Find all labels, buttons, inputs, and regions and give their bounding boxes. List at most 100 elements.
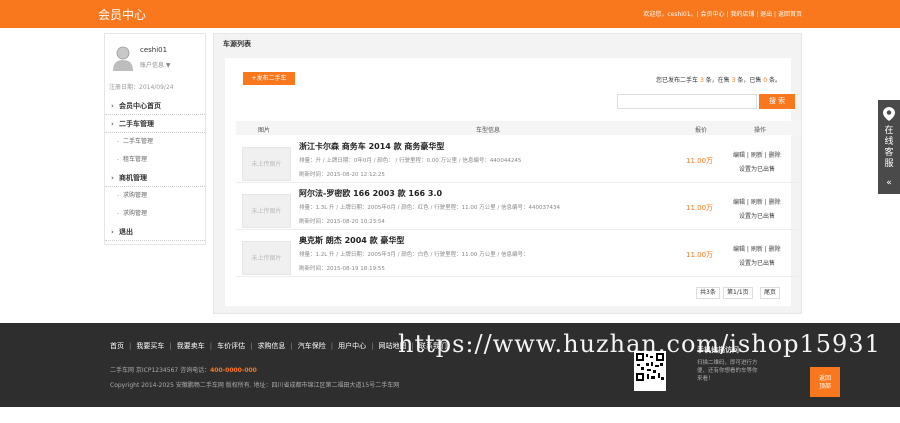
footer-copyright: Copyright 2014-2025 安徽鹏畅二手车网 版权所有. 地址：四川… [110,382,400,389]
online-service-tab[interactable]: 在线客服 « [878,100,900,194]
nav-separator: | [250,342,253,350]
chevron-right-icon: › [111,174,114,182]
sidebar-menu: › 会员中心首页 › 二手车管理 - 二手车管理 - 租车管理 › 商机管理 - 求购管理 … [105,97,205,241]
car-list-body: +发布二手车 您已发布二手车 3 条，在售 3 条，已售 0 条。 搜 索 图片… [225,58,801,306]
nav-separator: | [371,342,374,350]
pager-last-button[interactable]: 尾页 [760,287,781,299]
publish-summary: 您已发布二手车 3 条，在售 3 条，已售 0 条。 [656,75,781,84]
sidebar-item-label: 会员中心首页 [119,102,161,110]
sidebar-subitem-wanted-1[interactable]: - 求购管理 [105,187,205,205]
location-pin-icon [883,107,895,121]
sidebar-item-label: 求购管理 [123,210,148,217]
car-price: 11.00万 [686,251,714,259]
brand-title[interactable]: 会员中心 [98,6,146,23]
summary-text: 条，在售 [703,77,732,84]
back-to-top-button[interactable]: 返回 顶部 [810,367,840,397]
summary-text: 条。 [767,77,781,84]
account-info-toggle[interactable]: 账户信息 ▼ [140,60,171,69]
publish-car-button[interactable]: +发布二手车 [243,72,295,85]
sidebar-item-label: 二手车管理 [123,138,154,145]
footer-nav: 首页 | 我要买车 | 我要卖车 | 车价评估 | 求购信息 | 汽车保险 | 用户中心 | 网站地图 | 联系… [110,341,447,351]
table-row: 未上传图片 浙江卡尔森 商务车 2014 款 商务豪华型 排量：升 / 上牌日期… [236,136,801,183]
nav-separator: | [290,342,293,350]
car-price: 11.00万 [686,204,714,212]
car-refresh-date: 刷新时间：2015-08-19 18:19:55 [299,266,385,272]
register-date: 注册日期：2014/09/24 [109,84,174,91]
icp-text: 二手车网 京ICP1234567 咨询电话： [110,367,211,374]
footer-icp: 二手车网 京ICP1234567 咨询电话：400-0000-000 [110,365,257,374]
panel-title: 车源列表 [223,40,251,48]
sidebar-item-used-car-mgmt[interactable]: › 二手车管理 [105,115,205,133]
sidebar-subitem-rental[interactable]: - 租车管理 [105,151,205,169]
footer-link-sell[interactable]: 我要卖车 [177,342,205,350]
avatar [113,46,133,71]
footer-link-valuation[interactable]: 车价评估 [217,342,245,350]
watermark-url: https://www.huzhan.com/ishop15931 [398,330,881,358]
pager-total: 共3条 [696,287,720,299]
car-list-panel: 车源列表 +发布二手车 您已发布二手车 3 条，在售 3 条，已售 0 条。 搜… [213,33,802,314]
member-sidebar: ceshi01 账户信息 ▼ 注册日期：2014/09/24 › 会员中心首页 ›… [104,33,206,245]
car-price: 11.00万 [686,157,714,165]
pager-current: 第1/1页 [723,287,753,299]
car-refresh-date: 刷新时间：2015-08-20 10:23:54 [299,219,385,225]
sidebar-item-label: 二手车管理 [119,120,154,128]
dash-icon: - [117,156,120,163]
footer-link-home[interactable]: 首页 [110,342,124,350]
car-title[interactable]: 浙江卡尔森 商务车 2014 款 商务豪华型 [299,141,444,152]
row-actions[interactable]: 编辑 | 刷新 | 删除 [733,244,781,253]
col-price: 报价 [695,127,708,134]
row-actions[interactable]: 编辑 | 刷新 | 删除 [733,150,781,159]
sidebar-item-member-home[interactable]: › 会员中心首页 [105,97,205,115]
col-photo: 图片 [258,127,271,134]
footer-link-insurance[interactable]: 汽车保险 [298,342,326,350]
table-row: 未上传图片 奥克斯 朗杰 2004 款 豪华型 排量：1.2L 升 / 上牌日期… [236,230,801,277]
chevron-left-icon: « [886,178,892,188]
online-service-label: 在线客服 [884,126,894,169]
car-thumbnail[interactable]: 未上传图片 [242,147,291,181]
nav-separator: | [129,342,132,350]
mark-sold-link[interactable]: 设置为已出售 [739,164,775,173]
hotline-number: 400-0000-000 [210,367,257,374]
mark-sold-link[interactable]: 设置为已出售 [739,211,775,220]
sidebar-item-logout[interactable]: › 退出 [105,223,205,241]
sidebar-item-label: 商机管理 [119,174,147,182]
header-links[interactable]: 欢迎您，ceshi01。| 会员中心 | 我的店铺 | 退出 | 返回首页 [643,9,802,18]
summary-text: 您已发布二手车 [656,77,700,84]
sidebar-item-label: 租车管理 [123,156,148,163]
footer-link-user-center[interactable]: 用户中心 [338,342,366,350]
qr-description: 扫描二维码，即可进行方便、还有你想看的车等你来看！ [697,360,758,382]
table-header: 图片 车型信息 报价 操作 [236,121,801,135]
nav-separator: | [209,342,213,350]
search-input[interactable] [617,94,757,109]
col-model: 车型信息 [476,127,501,134]
chevron-right-icon: › [111,228,114,236]
summary-text: 条，已售 [735,77,764,84]
sidebar-item-label: 求购管理 [123,192,148,199]
car-title[interactable]: 阿尔法-罗密欧 166 2003 款 166 3.0 [299,188,442,199]
dash-icon: - [117,192,120,199]
row-actions[interactable]: 编辑 | 刷新 | 删除 [733,197,781,206]
chevron-right-icon: › [111,102,114,110]
car-spec: 排量：升 / 上牌日期：0年0月 / 颜色： / 行驶里程：0.00 万公里 /… [299,158,522,164]
car-title[interactable]: 奥克斯 朗杰 2004 款 豪华型 [299,235,404,246]
sidebar-item-label: 退出 [119,228,133,236]
sidebar-subitem-wanted-2[interactable]: - 求购管理 [105,205,205,223]
car-spec: 排量：1.3L 升 / 上牌日期：2005年0月 / 颜色：红色 / 行驶里程：… [299,205,560,211]
dash-icon: - [117,138,120,145]
chevron-right-icon: › [111,120,114,128]
footer-link-wanted[interactable]: 求购信息 [257,342,285,350]
dash-icon: - [117,210,120,217]
col-ops: 操作 [754,127,767,134]
car-refresh-date: 刷新时间：2015-08-20 12:12:25 [299,172,385,178]
car-thumbnail[interactable]: 未上传图片 [242,241,291,275]
sidebar-item-business[interactable]: › 商机管理 [105,169,205,187]
search-button[interactable]: 搜 索 [759,94,795,109]
mark-sold-link[interactable]: 设置为已出售 [739,258,775,267]
car-thumbnail[interactable]: 未上传图片 [242,194,291,228]
sidebar-subitem-used-car[interactable]: - 二手车管理 [105,133,205,151]
table-row: 未上传图片 阿尔法-罗密欧 166 2003 款 166 3.0 排量：1.3L… [236,183,801,230]
nav-separator: | [330,342,334,350]
nav-separator: | [169,342,172,350]
car-spec: 排量：1.2L 升 / 上牌日期：2005年3月 / 颜色：白色 / 行驶里程：… [299,252,529,258]
footer-link-buy[interactable]: 我要买车 [136,342,164,350]
